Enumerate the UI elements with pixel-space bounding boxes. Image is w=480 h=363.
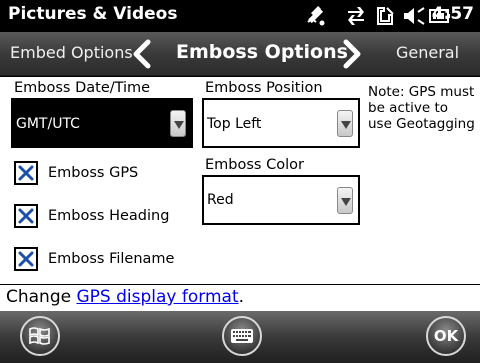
checkbox-emboss-heading[interactable] xyxy=(14,204,38,228)
gps-display-format-link[interactable]: GPS display format xyxy=(77,287,239,307)
emboss-color-label: Emboss Color xyxy=(205,157,304,173)
emboss-filename-option[interactable]: Emboss Filename xyxy=(14,244,174,274)
checkmark-x-icon xyxy=(18,165,34,181)
start-button[interactable] xyxy=(20,316,60,356)
tab-general[interactable]: General xyxy=(396,43,459,62)
app-title: Pictures & Videos xyxy=(8,4,178,24)
emboss-position-label: Emboss Position xyxy=(205,80,323,96)
clock-time: 4:57 xyxy=(431,4,474,24)
checkbox-emboss-gps[interactable] xyxy=(14,161,38,185)
emboss-options-panel: Emboss Date/Time GMT/UTC Emboss Position… xyxy=(0,77,480,284)
softkey-bar: OK xyxy=(0,311,480,363)
signal-icon xyxy=(374,4,398,28)
emboss-date-dropdown[interactable]: GMT/UTC xyxy=(11,98,193,148)
emboss-color-value: Red xyxy=(207,192,234,208)
emboss-date-label: Emboss Date/Time xyxy=(14,80,151,96)
dropdown-arrow-icon[interactable] xyxy=(170,110,186,137)
dropdown-arrow-icon[interactable] xyxy=(337,187,353,214)
change-suffix-text: . xyxy=(238,287,245,307)
windows-logo-icon xyxy=(29,327,50,345)
change-prefix-text: Change xyxy=(6,287,77,307)
ok-label: OK xyxy=(433,327,459,345)
emboss-position-dropdown[interactable]: Top Left xyxy=(202,98,360,148)
emboss-heading-option[interactable]: Emboss Heading xyxy=(14,201,169,231)
keyboard-button[interactable] xyxy=(222,316,262,356)
emboss-date-value: GMT/UTC xyxy=(16,116,80,132)
ok-button[interactable]: OK xyxy=(426,316,466,356)
tab-embed-options[interactable]: Embed Options xyxy=(10,43,133,62)
bluetooth-icon xyxy=(304,4,328,28)
volume-icon xyxy=(401,4,427,28)
sync-arrows-icon xyxy=(344,4,368,28)
checkmark-x-icon xyxy=(18,208,34,224)
emboss-gps-label: Emboss GPS xyxy=(48,165,139,181)
dropdown-arrow-icon[interactable] xyxy=(337,110,353,137)
change-gps-format-line: Change GPS display format. xyxy=(0,284,480,311)
emboss-position-value: Top Left xyxy=(207,116,262,132)
emboss-gps-option[interactable]: Emboss GPS xyxy=(14,158,138,188)
chevron-right-icon[interactable] xyxy=(338,38,366,70)
chevron-left-icon[interactable] xyxy=(128,38,156,70)
gps-note: Note: GPS must be active to use Geotaggi… xyxy=(368,84,475,132)
title-bar: Pictures & Videos 4:57 xyxy=(0,0,480,32)
emboss-heading-label: Emboss Heading xyxy=(48,208,170,224)
checkmark-x-icon xyxy=(18,251,34,267)
tab-header: Embed Options Emboss Options General xyxy=(0,32,480,76)
checkbox-emboss-filename[interactable] xyxy=(14,247,38,271)
tab-emboss-options: Emboss Options xyxy=(176,41,348,63)
keyboard-icon xyxy=(231,329,253,343)
emboss-filename-label: Emboss Filename xyxy=(48,251,175,267)
emboss-color-dropdown[interactable]: Red xyxy=(202,175,360,225)
